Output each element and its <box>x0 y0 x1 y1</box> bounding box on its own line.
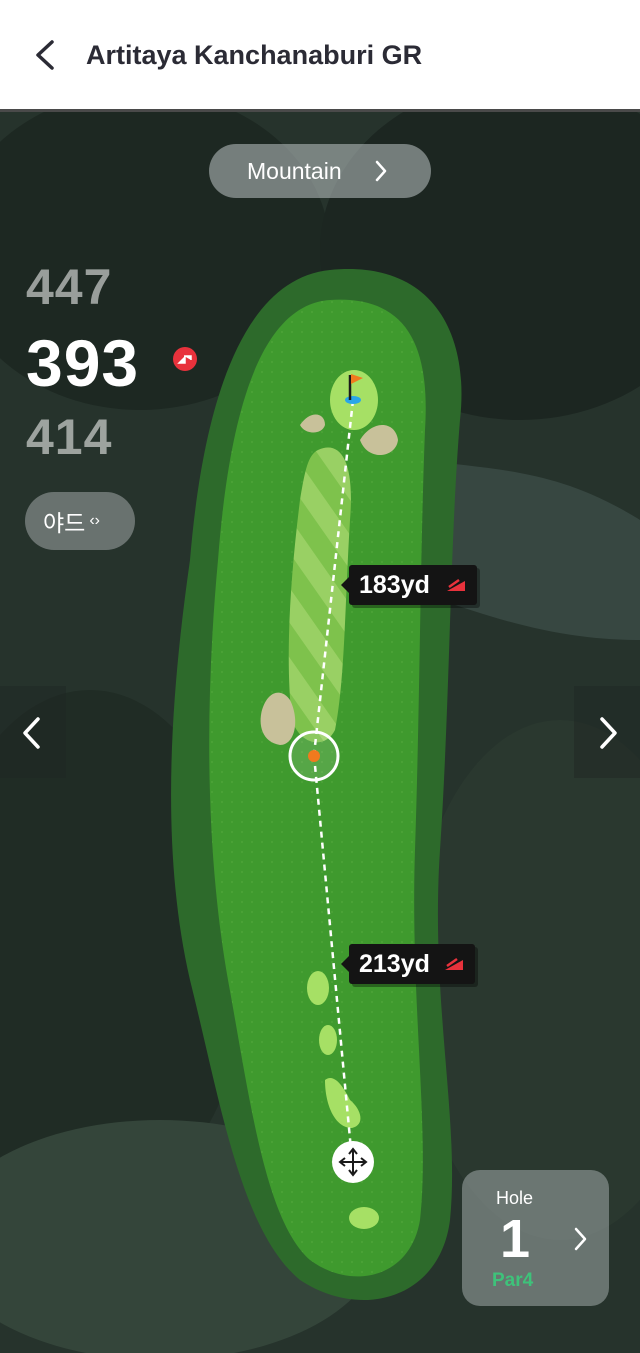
distance-back: 447 <box>26 259 113 315</box>
hole-par: Par4 <box>492 1270 534 1291</box>
move-icon[interactable] <box>332 1141 374 1183</box>
app-header: Artitaya Kanchanaburi GR <box>0 0 640 112</box>
pin-distance-text: 183yd <box>359 571 430 599</box>
target-distance-label: 213yd <box>341 944 475 984</box>
page-title: Artitaya Kanchanaburi GR <box>86 40 423 70</box>
hole-label: Hole <box>496 1188 534 1208</box>
next-hole-button[interactable] <box>574 686 640 778</box>
course-selector-label: Mountain <box>247 157 342 184</box>
chevron-left-icon <box>36 40 54 70</box>
chevron-left-icon <box>23 717 40 749</box>
tee-box <box>307 971 329 1005</box>
target-distance-text: 213yd <box>359 950 430 978</box>
distance-current: 393 <box>26 326 140 400</box>
chevron-right-icon <box>375 160 387 182</box>
pin-distance-label: 183yd <box>341 565 477 605</box>
slope-icon <box>447 578 465 591</box>
course-selector-button[interactable]: Mountain <box>209 144 431 198</box>
target-marker[interactable] <box>288 730 340 782</box>
unit-toggle-label: 야드 <box>43 510 86 536</box>
label-pointer <box>341 577 349 593</box>
unit-toggle-button[interactable]: 야드 ‹› <box>25 492 135 550</box>
tee-box <box>319 1025 337 1055</box>
hole-selector-card[interactable]: Hole 1 Par4 <box>462 1170 609 1306</box>
hole-number: 1 <box>500 1209 531 1269</box>
slope-icon <box>445 957 463 970</box>
slope-badge-icon <box>173 347 197 371</box>
chevron-right-icon <box>600 717 617 749</box>
back-button[interactable] <box>22 30 70 80</box>
swap-arrows-icon: ‹› <box>89 512 100 529</box>
previous-hole-button[interactable] <box>0 686 66 778</box>
distance-front: 414 <box>26 409 113 465</box>
label-pointer <box>341 956 349 972</box>
tee-box <box>349 1207 379 1229</box>
chevron-right-icon <box>574 1227 587 1251</box>
